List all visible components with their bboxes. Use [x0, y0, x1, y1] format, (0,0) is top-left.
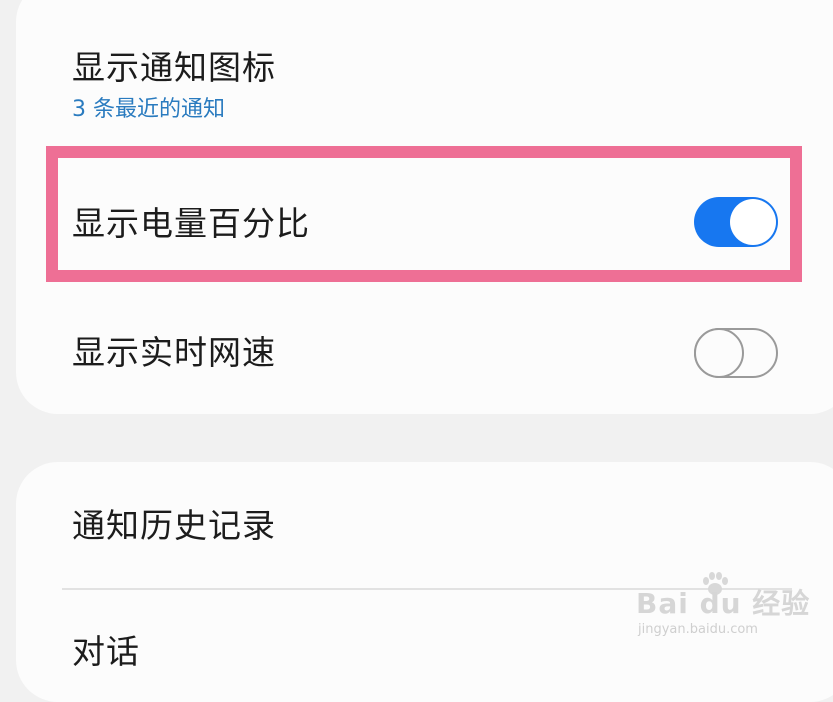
notification-icons-title: 显示通知图标	[72, 48, 276, 87]
network-speed-toggle[interactable]	[694, 328, 778, 378]
conversations-title: 对话	[72, 632, 140, 671]
notification-history-title: 通知历史记录	[72, 506, 276, 545]
toggle-knob	[694, 328, 744, 378]
battery-percentage-title: 显示电量百分比	[72, 204, 310, 243]
row-divider	[62, 588, 792, 590]
battery-percentage-toggle[interactable]	[694, 197, 778, 247]
network-speed-title: 显示实时网速	[72, 333, 276, 372]
notification-icons-subtitle: 3 条最近的通知	[72, 97, 225, 122]
toggle-knob	[730, 199, 776, 245]
